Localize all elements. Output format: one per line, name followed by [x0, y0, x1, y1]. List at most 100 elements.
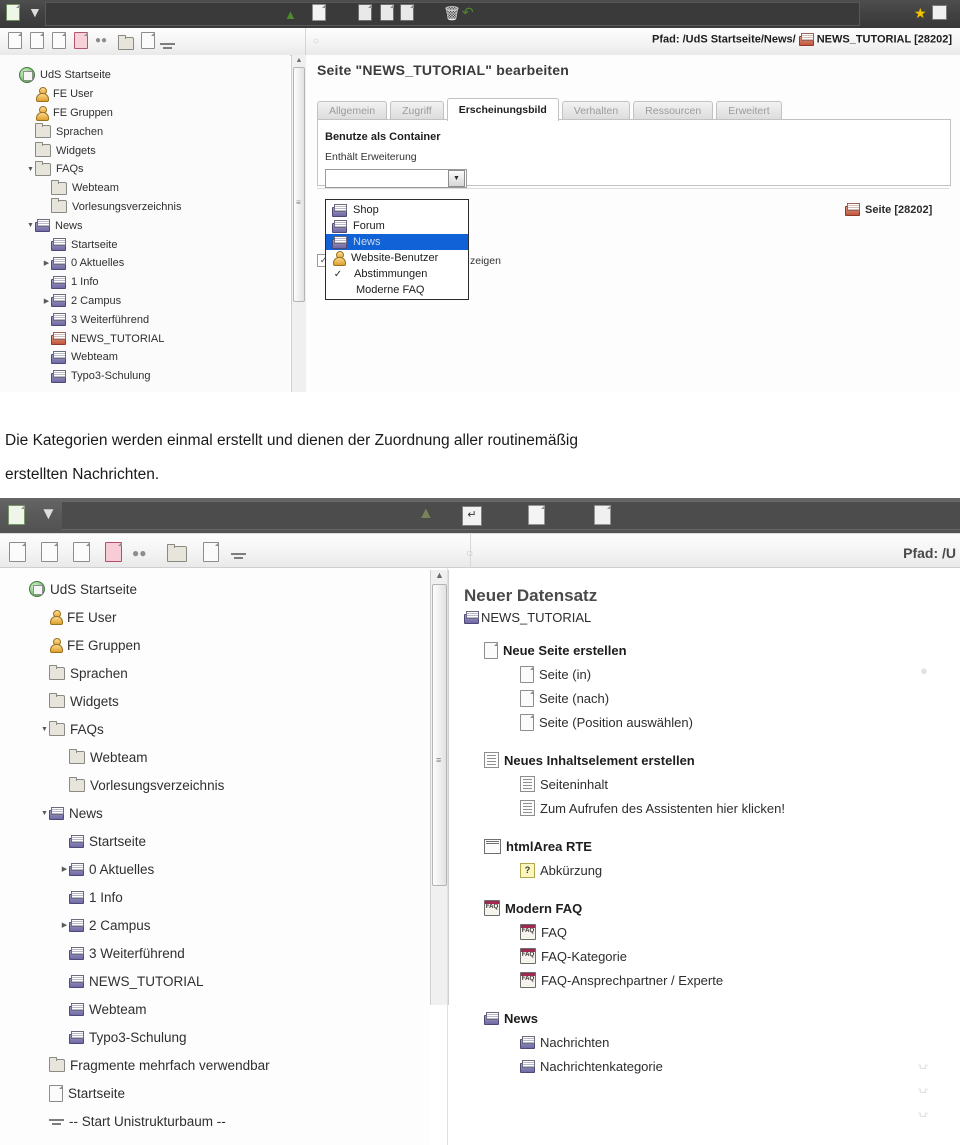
- page-edit-icon[interactable]: [41, 542, 58, 562]
- enter-icon[interactable]: ↵: [462, 505, 482, 526]
- folder-icon[interactable]: [167, 543, 187, 563]
- new-record-group-header[interactable]: Neues Inhaltselement erstellen: [464, 748, 944, 772]
- new-record-group-header[interactable]: htmlArea RTE: [464, 834, 944, 858]
- scroll-thumb[interactable]: [293, 67, 305, 302]
- tree-node[interactable]: ▶Webteam: [20, 995, 270, 1023]
- tree-node[interactable]: ▶ 2 Campus: [20, 911, 270, 939]
- link-icon[interactable]: ●●: [132, 547, 147, 559]
- collapse-arrow-icon[interactable]: ▼: [26, 222, 35, 229]
- tree-node[interactable]: ▶Webteam: [10, 348, 181, 367]
- tab-erweitert[interactable]: Erweitert: [716, 101, 782, 121]
- save-and-view-icon[interactable]: [380, 4, 394, 22]
- tree-node[interactable]: ▼ News: [10, 216, 181, 235]
- tree-node[interactable]: ▶ 0 Aktuelles: [20, 855, 270, 883]
- new-record-item[interactable]: Seite (Position auswählen): [464, 710, 944, 734]
- page-new-icon[interactable]: [73, 542, 90, 562]
- tab-ressourcen[interactable]: Ressourcen: [633, 101, 714, 121]
- user-icon[interactable]: ▲: [418, 506, 434, 522]
- tree-node[interactable]: ▶NEWS_TUTORIAL: [20, 967, 270, 995]
- tree-node[interactable]: ▶Widgets: [10, 141, 181, 160]
- dropdown-option[interactable]: Shop: [326, 202, 468, 218]
- tree-node[interactable]: ▶Vorlesungsverzeichnis: [20, 771, 270, 799]
- tree-node[interactable]: ▶Sprachen: [20, 659, 270, 687]
- tree-node[interactable]: ▶FE Gruppen: [20, 631, 270, 659]
- save-and-close-icon[interactable]: [400, 4, 414, 22]
- collapse-arrow-icon[interactable]: ▼: [40, 810, 49, 817]
- page-icon[interactable]: [8, 32, 22, 50]
- history-icon[interactable]: [594, 505, 611, 525]
- tree-node[interactable]: ▶Widgets: [20, 687, 270, 715]
- clipboard-icon[interactable]: [312, 4, 326, 22]
- undo-icon[interactable]: ↶: [462, 5, 474, 19]
- new-record-group-header[interactable]: FAQ Modern FAQ: [464, 896, 944, 920]
- tree-node[interactable]: ▶Startseite: [20, 827, 270, 855]
- tree-node[interactable]: ▶FE User: [10, 85, 181, 104]
- tree-node[interactable]: ▶ 0 Aktuelles: [10, 254, 181, 273]
- tree-node[interactable]: ▶Vorlesungsverzeichnis: [10, 198, 181, 217]
- folder-icon[interactable]: [118, 35, 134, 53]
- tree-node[interactable]: ▶3 Weiterführend: [10, 310, 181, 329]
- tree-node[interactable]: ▶NEWS_TUTORIAL: [10, 329, 181, 348]
- tree-node[interactable]: ▶Sprachen: [10, 122, 181, 141]
- new-record-item[interactable]: Seiteninhalt: [464, 772, 944, 796]
- new-record-item[interactable]: Seite (in): [464, 662, 944, 686]
- fullscreen-icon[interactable]: [932, 5, 947, 25]
- tree-node[interactable]: ▶-- Start Unistrukturbaum --: [20, 1107, 270, 1135]
- tree-node[interactable]: ▶3 Weiterführend: [20, 939, 270, 967]
- dropdown-option[interactable]: Website-Benutzer: [326, 250, 468, 266]
- page-new-icon[interactable]: [52, 32, 66, 50]
- filter-icon[interactable]: ▼: [28, 5, 42, 19]
- dropdown-option[interactable]: Forum: [326, 218, 468, 234]
- collapse-arrow-icon[interactable]: ▼: [40, 726, 49, 733]
- new-record-item[interactable]: FAQ FAQ-Ansprechpartner / Experte: [464, 968, 944, 992]
- scroll-up-arrow[interactable]: ▲: [292, 55, 306, 66]
- bookmark-star-icon[interactable]: ★: [914, 6, 927, 20]
- dropdown-option[interactable]: Moderne FAQ: [326, 282, 468, 298]
- page-edit-icon[interactable]: [30, 32, 44, 50]
- new-record-item[interactable]: FAQ FAQ: [464, 920, 944, 944]
- scroll-up-arrow-2[interactable]: ▲: [431, 570, 448, 581]
- page-red-icon[interactable]: [105, 542, 122, 562]
- new-page-icon[interactable]: [8, 505, 25, 525]
- filter-icon[interactable]: ▼: [40, 505, 57, 522]
- expand-arrow-icon[interactable]: ▶: [60, 921, 69, 929]
- tree-node[interactable]: ▶UdS Startseite: [10, 66, 181, 85]
- new-record-item[interactable]: ? Abkürzung: [464, 858, 944, 882]
- expand-arrow-icon[interactable]: ▶: [42, 297, 51, 305]
- tree-node[interactable]: ▶FE Gruppen: [10, 104, 181, 123]
- tree-node[interactable]: ▶FE User: [20, 603, 270, 631]
- new-record-icon[interactable]: [528, 505, 545, 525]
- tab-allgemein[interactable]: Allgemein: [317, 101, 388, 121]
- new-record-item[interactable]: Nachrichtenkategorie: [464, 1054, 944, 1078]
- dropdown-option[interactable]: ✓ Abstimmungen: [326, 266, 468, 282]
- expand-arrow-icon[interactable]: ▶: [42, 259, 51, 267]
- tree-node[interactable]: ▼ FAQs: [20, 715, 270, 743]
- tree-node[interactable]: ▶Fragmente mehrfach verwendbar: [20, 1051, 270, 1079]
- tree-node[interactable]: ▶Startseite: [10, 235, 181, 254]
- tab-zugriff[interactable]: Zugriff: [390, 101, 444, 121]
- divider-icon[interactable]: [160, 36, 175, 54]
- page-red-icon[interactable]: [74, 32, 88, 50]
- user-icon[interactable]: ▲: [284, 6, 297, 24]
- scroll-thumb-2[interactable]: [432, 584, 447, 886]
- tree-node[interactable]: ▶Webteam: [10, 179, 181, 198]
- tree-node[interactable]: ▶UdS Startseite: [20, 575, 270, 603]
- tree-node[interactable]: ▶Webteam: [20, 743, 270, 771]
- info-icon[interactable]: [203, 542, 219, 562]
- tree-node[interactable]: ▶Typo3-Schulung: [20, 1023, 270, 1051]
- expand-arrow-icon[interactable]: ▶: [60, 865, 69, 873]
- tree-node[interactable]: ▶Typo3-Schulung: [10, 367, 181, 386]
- page-icon[interactable]: [9, 542, 26, 562]
- tree-node[interactable]: ▼ FAQs: [10, 160, 181, 179]
- tree-node[interactable]: ▼ News: [20, 799, 270, 827]
- new-record-item[interactable]: Seite (nach): [464, 686, 944, 710]
- tab-verhalten[interactable]: Verhalten: [561, 101, 631, 121]
- info-icon[interactable]: [141, 32, 155, 50]
- tab-erscheinungsbild[interactable]: Erscheinungsbild: [446, 98, 559, 121]
- new-record-group-header[interactable]: Neue Seite erstellen: [464, 638, 944, 662]
- chevron-down-icon[interactable]: ▼: [448, 170, 465, 187]
- new-record-item[interactable]: Zum Aufrufen des Assistenten hier klicke…: [464, 796, 944, 820]
- tree-node[interactable]: ▶1 Info: [20, 883, 270, 911]
- tree-node[interactable]: ▶1 Info: [10, 273, 181, 292]
- tree-node[interactable]: ▶ 2 Campus: [10, 292, 181, 311]
